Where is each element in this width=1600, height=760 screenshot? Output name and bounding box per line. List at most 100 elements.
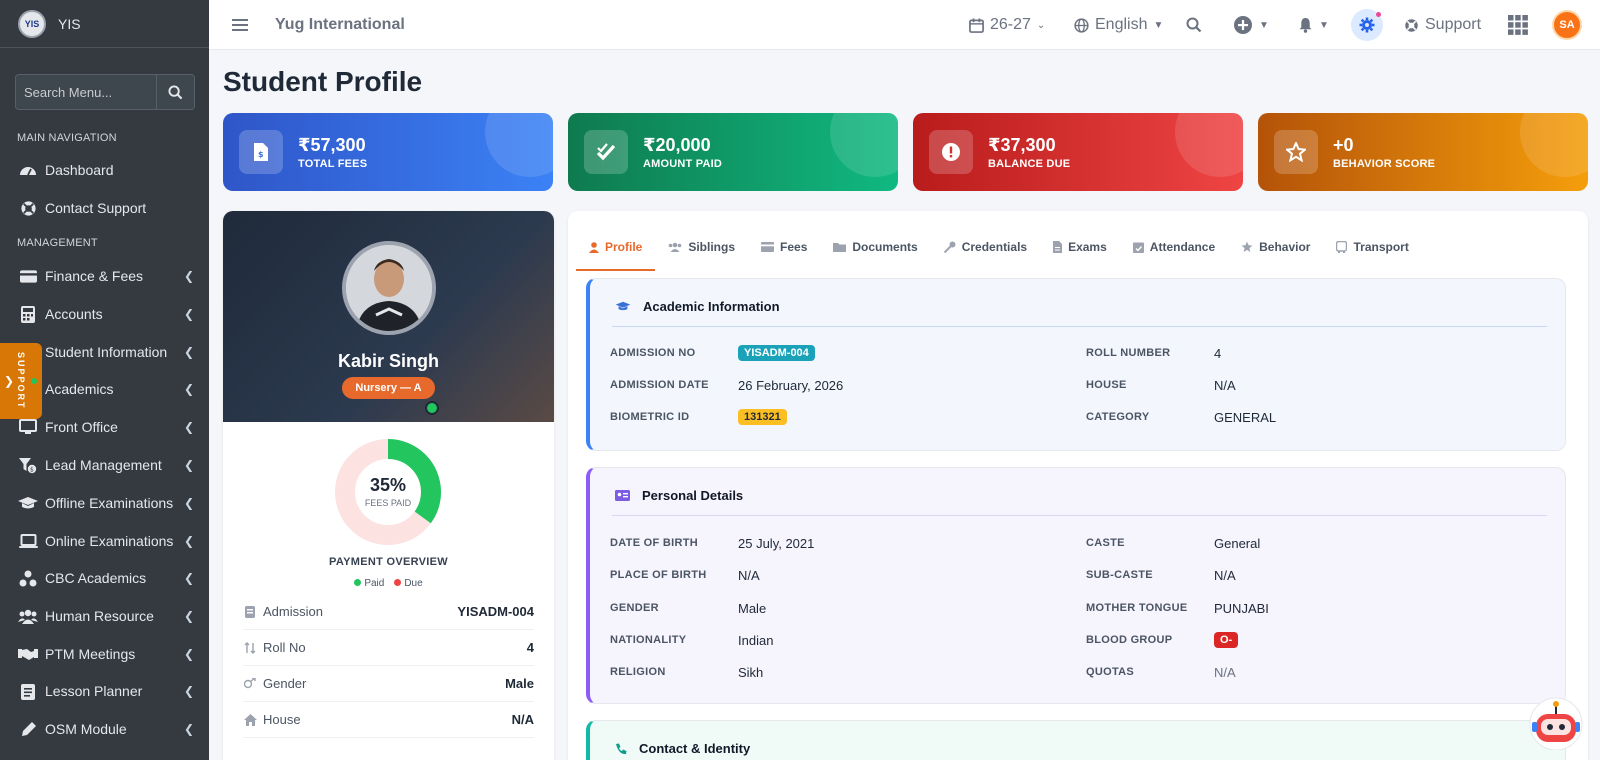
- stat-label: AMOUNT PAID: [643, 158, 722, 170]
- admission-no-value: YISADM-004: [738, 344, 815, 361]
- chevron-right-icon: ❯: [4, 374, 15, 388]
- sidebar-item-label: Front Office: [45, 419, 118, 435]
- sidebar-item-label: Offline Examinations: [45, 495, 174, 511]
- tab-credentials[interactable]: Credentials: [931, 225, 1040, 271]
- tab-attendance[interactable]: Attendance: [1120, 225, 1228, 271]
- stat-card-total-fees: $ ₹57,300 TOTAL FEES: [223, 113, 553, 191]
- chat-assistant-button[interactable]: [1527, 690, 1585, 751]
- funnel-icon: $: [18, 456, 38, 474]
- calendar-check-icon: [1132, 242, 1144, 253]
- tab-behavior[interactable]: Behavior: [1228, 225, 1323, 271]
- donut-legend: Paid Due: [223, 578, 554, 589]
- stat-label: BEHAVIOR SCORE: [1333, 158, 1436, 170]
- tab-fees[interactable]: Fees: [748, 225, 820, 271]
- sidebar-item-label: Accounts: [45, 306, 103, 322]
- field-label: PLACE OF BIRTH: [610, 569, 707, 581]
- floating-support-tab[interactable]: ❯ SUPPORT: [0, 343, 42, 419]
- gender-value: Male: [738, 601, 767, 616]
- monitor-icon: [18, 418, 38, 436]
- chevron-left-icon: ❮: [183, 722, 194, 736]
- stat-value: ₹37,300: [988, 135, 1056, 155]
- sidebar-item-osm-module[interactable]: OSM Module ❮: [18, 714, 194, 744]
- profile-row-value: YISADM-004: [457, 604, 534, 619]
- sidebar-item-label: CBC Academics: [45, 570, 147, 586]
- notifications-button[interactable]: ▼: [1298, 0, 1329, 50]
- network-icon: [18, 569, 38, 587]
- sidebar-item-contact-support[interactable]: Contact Support: [18, 193, 194, 223]
- sidebar-item-lead-management[interactable]: $ Lead Management ❮: [18, 450, 194, 480]
- hamburger-menu-icon[interactable]: [231, 18, 249, 32]
- tab-documents[interactable]: Documents: [820, 225, 930, 271]
- chevron-left-icon: ❮: [183, 458, 194, 472]
- apps-grid-button[interactable]: [1508, 0, 1528, 50]
- sidebar-item-ptm-meetings[interactable]: PTM Meetings ❮: [18, 639, 194, 669]
- sidebar-item-front-office[interactable]: Front Office ❮: [18, 412, 194, 442]
- global-search-button[interactable]: [1186, 0, 1202, 50]
- sidebar-item-student-information[interactable]: Student Information ❮: [18, 337, 194, 367]
- calculator-icon: [18, 305, 38, 323]
- handshake-icon: [18, 645, 38, 663]
- tab-exams[interactable]: Exams: [1040, 225, 1120, 271]
- users-icon: [18, 607, 38, 625]
- sidebar-item-human-resource[interactable]: Human Resource ❮: [18, 601, 194, 631]
- tab-transport[interactable]: Transport: [1323, 225, 1421, 271]
- field-label: CASTE: [1086, 537, 1125, 549]
- language-selector[interactable]: English ▼: [1074, 0, 1163, 50]
- svg-text:$: $: [258, 150, 264, 159]
- caste-value: General: [1214, 536, 1261, 551]
- profile-details-panel: Profile Siblings Fees Documents Credenti…: [568, 211, 1588, 760]
- sidebar-item-accounts[interactable]: Accounts ❮: [18, 299, 194, 329]
- main-nav-header: MAIN NAVIGATION: [17, 132, 117, 144]
- profile-row-key: House: [263, 712, 301, 727]
- section-title: Personal Details: [615, 488, 743, 503]
- brand-name: YIS: [58, 15, 81, 32]
- school-logo: YIS: [18, 9, 46, 38]
- religion-value: Sikh: [738, 665, 764, 680]
- quick-add-button[interactable]: ▼: [1233, 0, 1269, 50]
- profile-header: Kabir Singh Nursery — A: [223, 211, 554, 422]
- user-menu[interactable]: SA: [1552, 0, 1582, 50]
- student-photo[interactable]: [342, 241, 436, 335]
- chevron-left-icon: ❮: [183, 534, 194, 548]
- sidebar-item-academics[interactable]: Academics ❮: [18, 374, 194, 404]
- alert-icon: [929, 130, 973, 174]
- admission-date-value: 26 February, 2026: [738, 378, 844, 393]
- check-icon: [584, 130, 628, 174]
- tab-profile[interactable]: Profile: [576, 225, 656, 271]
- menu-search-input[interactable]: [16, 75, 156, 109]
- dashboard-icon: [18, 161, 38, 179]
- sidebar-item-online-examinations[interactable]: Online Examinations ❮: [18, 526, 194, 556]
- legend-paid: Paid: [354, 578, 384, 589]
- menu-search-button[interactable]: [156, 75, 194, 109]
- sort-icon: [243, 641, 257, 654]
- subcaste-value: N/A: [1214, 568, 1236, 583]
- decorative-circle: [1520, 113, 1588, 177]
- sidebar-item-lesson-planner[interactable]: Lesson Planner ❮: [18, 676, 194, 706]
- brand[interactable]: YIS YIS: [0, 0, 209, 48]
- chevron-down-icon: ⌄: [1036, 19, 1046, 31]
- star-icon: [1274, 130, 1318, 174]
- profile-row-key: Roll No: [263, 640, 306, 655]
- life-ring-icon: [18, 199, 38, 217]
- session-selector[interactable]: 26-27 ⌄: [969, 0, 1045, 50]
- sidebar-item-cbc-academics[interactable]: CBC Academics ❮: [18, 563, 194, 593]
- tab-siblings[interactable]: Siblings: [655, 225, 748, 271]
- caret-down-icon: ▼: [1153, 19, 1164, 31]
- stat-value: +0: [1333, 135, 1354, 155]
- sidebar-item-dashboard[interactable]: Dashboard: [18, 155, 194, 185]
- sidebar-item-finance-fees[interactable]: Finance & Fees ❮: [18, 261, 194, 291]
- calendar-icon: [969, 17, 984, 33]
- sidebar-item-label: Lead Management: [45, 457, 162, 473]
- bell-icon: [1299, 17, 1312, 33]
- field-label: BLOOD GROUP: [1086, 634, 1173, 646]
- home-icon: [243, 713, 257, 726]
- profile-tabs: Profile Siblings Fees Documents Credenti…: [576, 225, 1422, 271]
- user-icon: [589, 241, 599, 253]
- legend-due: Due: [394, 578, 423, 589]
- support-link[interactable]: Support: [1404, 0, 1481, 50]
- gear-icon: [1359, 17, 1375, 33]
- sidebar-item-offline-examinations[interactable]: Offline Examinations ❮: [18, 488, 194, 518]
- support-label: Support: [1425, 16, 1482, 33]
- menu-search: [15, 74, 195, 110]
- settings-button[interactable]: [1351, 0, 1383, 50]
